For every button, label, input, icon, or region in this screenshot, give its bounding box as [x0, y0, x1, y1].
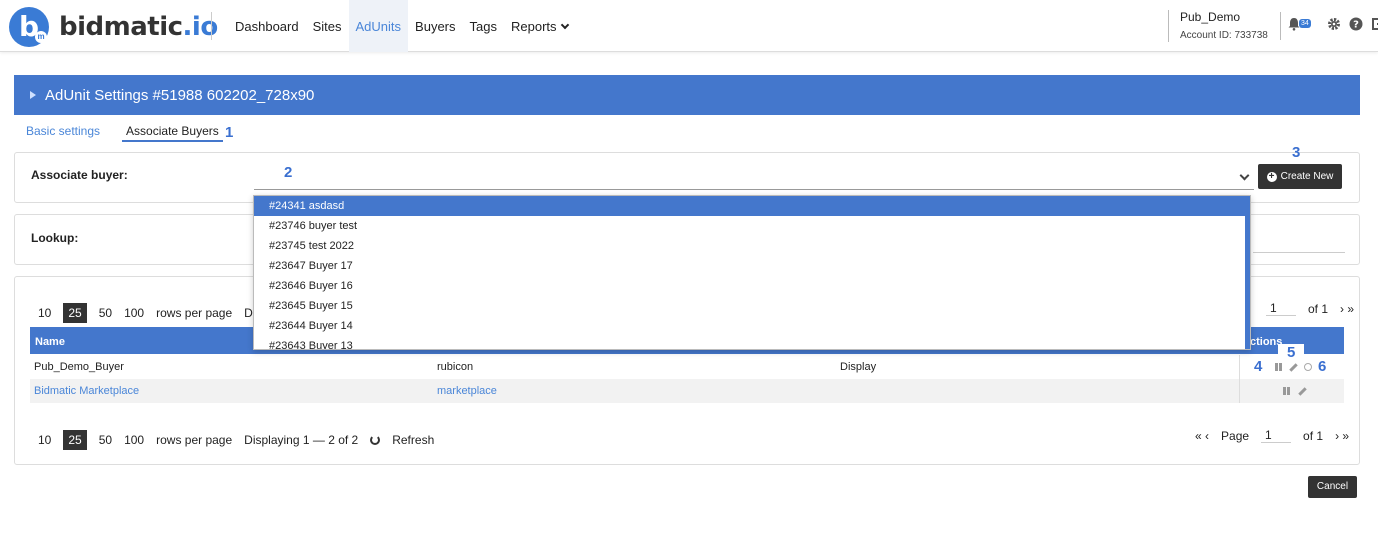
tab-associate-buyers[interactable]: Associate Buyers — [122, 124, 223, 142]
page-of-label: of 1 — [1308, 301, 1329, 316]
refresh-label: Refresh — [392, 433, 435, 447]
annotation-6: 6 — [1318, 358, 1327, 375]
page-number-input[interactable]: 1 — [1266, 301, 1296, 316]
dropdown-option[interactable]: #23745 test 2022 — [254, 236, 1250, 256]
displaying-label: Displaying 1 — 2 of 2 — [244, 433, 359, 447]
row-actions — [1239, 379, 1344, 403]
svg-text:?: ? — [1353, 20, 1359, 31]
nav-reports[interactable]: Reports — [504, 0, 575, 52]
logo-icon: bm — [9, 7, 49, 47]
annotation-2: 2 — [284, 164, 293, 181]
annotation-5: 5 — [1278, 344, 1305, 361]
gear-icon[interactable] — [1327, 17, 1341, 31]
buyer-dropdown-list[interactable]: #24341 asdasd #23746 buyer test #23745 t… — [253, 195, 1251, 350]
nav-sites[interactable]: Sites — [306, 0, 349, 52]
account-name: Pub_Demo — [1180, 10, 1241, 24]
nav-reports-label: Reports — [510, 19, 557, 34]
page-number-input[interactable]: 1 — [1261, 428, 1292, 443]
dropdown-option[interactable]: #23644 Buyer 14 — [254, 316, 1250, 336]
rows-per-page-label: rows per page — [156, 306, 233, 320]
page-size-10[interactable]: 10 — [38, 433, 51, 447]
dropdown-option[interactable]: #23746 buyer test — [254, 216, 1250, 236]
annotation-3: 3 — [1292, 144, 1301, 161]
pagination-bottom-right: « ‹ Page 1 of 1 › » — [1195, 428, 1349, 443]
pause-icon[interactable] — [1283, 387, 1290, 395]
account-info[interactable]: Pub_Demo Account ID: 733738 — [1168, 10, 1268, 42]
buyer-name: Pub_Demo_Buyer — [34, 361, 124, 373]
prev-page-buttons[interactable]: « ‹ — [1195, 429, 1209, 443]
page-size-25[interactable]: 25 — [63, 430, 87, 450]
nav-divider — [211, 12, 212, 40]
column-name[interactable]: Name — [35, 336, 65, 348]
dropdown-option[interactable]: #23645 Buyer 15 — [254, 296, 1250, 316]
buyer-name-link[interactable]: Bidmatic Marketplace — [34, 385, 139, 397]
nav-adunits[interactable]: AdUnits — [348, 0, 409, 52]
lookup-input[interactable] — [1253, 252, 1345, 253]
account-divider — [1280, 12, 1281, 40]
annotation-1: 1 — [225, 124, 234, 141]
create-new-label: Create New — [1280, 171, 1334, 182]
create-new-button[interactable]: + Create New — [1258, 164, 1342, 189]
main-nav: Dashboard Sites AdUnits Buyers Tags Repo… — [228, 0, 575, 52]
expand-triangle-icon — [30, 91, 36, 99]
table-row: Bidmatic Marketplace marketplace — [30, 379, 1344, 403]
dropdown-option[interactable]: #23647 Buyer 17 — [254, 256, 1250, 276]
refresh-button[interactable]: Refresh — [370, 433, 446, 447]
brand-name: bidmatic — [59, 12, 183, 42]
lookup-label: Lookup: — [31, 231, 79, 245]
buyer-select[interactable] — [254, 189, 1254, 190]
brand-tld: .io — [182, 12, 219, 42]
edit-icon[interactable] — [1298, 387, 1307, 396]
buyer-type-link[interactable]: marketplace — [437, 385, 497, 397]
table-row: Pub_Demo_Buyer rubicon Display — [30, 355, 1344, 379]
page-of-label: of 1 — [1303, 428, 1324, 443]
tab-basic-settings[interactable]: Basic settings — [26, 124, 100, 142]
annotation-4: 4 — [1254, 358, 1263, 375]
buyer-format: Display — [840, 361, 877, 373]
unlink-icon[interactable] — [1304, 363, 1312, 371]
account-id: Account ID: 733738 — [1180, 30, 1268, 41]
pagination-bottom: 10 25 50 100 rows per page Displaying 1 … — [38, 430, 458, 450]
dropdown-option[interactable]: #23643 Buyer 13 — [254, 336, 1250, 349]
next-page-buttons[interactable]: › » — [1335, 429, 1349, 443]
dropdown-scrollbar[interactable] — [1245, 196, 1250, 349]
page-size-50[interactable]: 50 — [99, 433, 112, 447]
cancel-button[interactable]: Cancel — [1308, 476, 1357, 498]
next-page-buttons[interactable]: › » — [1340, 302, 1354, 316]
page-size-50[interactable]: 50 — [99, 306, 112, 320]
pagination-top: 10 25 50 100 rows per page Dis — [38, 303, 274, 323]
dropdown-option[interactable]: #23646 Buyer 16 — [254, 276, 1250, 296]
help-icon[interactable]: ? — [1349, 17, 1363, 31]
nav-dashboard[interactable]: Dashboard — [228, 0, 306, 52]
associate-buyer-label: Associate buyer: — [31, 168, 128, 182]
buyer-type: rubicon — [437, 361, 474, 373]
logo[interactable]: bm bidmatic.io — [9, 7, 218, 47]
page-size-10[interactable]: 10 — [38, 306, 51, 320]
refresh-icon — [370, 435, 381, 445]
nav-buyers[interactable]: Buyers — [408, 0, 462, 52]
section-header[interactable]: AdUnit Settings #51988 602202_728x90 — [14, 75, 1360, 115]
dropdown-option[interactable]: #24341 asdasd — [254, 196, 1250, 216]
page-size-100[interactable]: 100 — [124, 306, 144, 320]
logout-icon[interactable] — [1371, 17, 1378, 31]
chevron-down-icon — [560, 20, 569, 30]
rows-per-page-label: rows per page — [156, 433, 233, 447]
top-navbar: bm bidmatic.io Dashboard Sites AdUnits B… — [0, 0, 1378, 52]
page-size-25[interactable]: 25 — [63, 303, 87, 323]
page-size-100[interactable]: 100 — [124, 433, 144, 447]
page-label: Page — [1221, 428, 1250, 443]
pagination-top-right: 1 of 1 › » — [1266, 301, 1354, 316]
pause-icon[interactable] — [1275, 363, 1282, 371]
notification-badge: 34 — [1299, 19, 1311, 28]
nav-tags[interactable]: Tags — [463, 0, 504, 52]
edit-icon[interactable] — [1289, 363, 1298, 372]
settings-tabs: Basic settings Associate Buyers — [26, 124, 249, 142]
page-title: AdUnit Settings #51988 602202_728x90 — [45, 87, 315, 104]
plus-circle-icon: + — [1266, 171, 1277, 182]
